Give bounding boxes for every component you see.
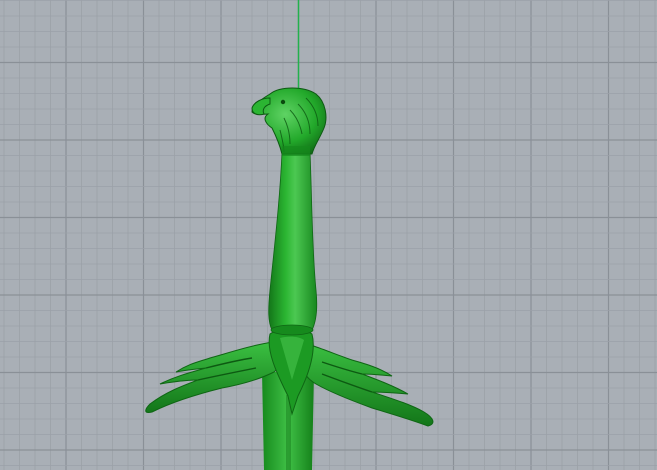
3d-viewport[interactable] bbox=[0, 0, 657, 470]
grip-collar bbox=[270, 324, 314, 336]
eagle-head-pommel[interactable] bbox=[251, 87, 327, 155]
construction-grid bbox=[0, 0, 657, 470]
grip[interactable] bbox=[268, 151, 318, 331]
sword-model[interactable] bbox=[145, 87, 434, 470]
pommel-neck bbox=[282, 146, 310, 156]
viewport-canvas[interactable] bbox=[0, 0, 657, 470]
eagle-eye bbox=[280, 99, 286, 105]
